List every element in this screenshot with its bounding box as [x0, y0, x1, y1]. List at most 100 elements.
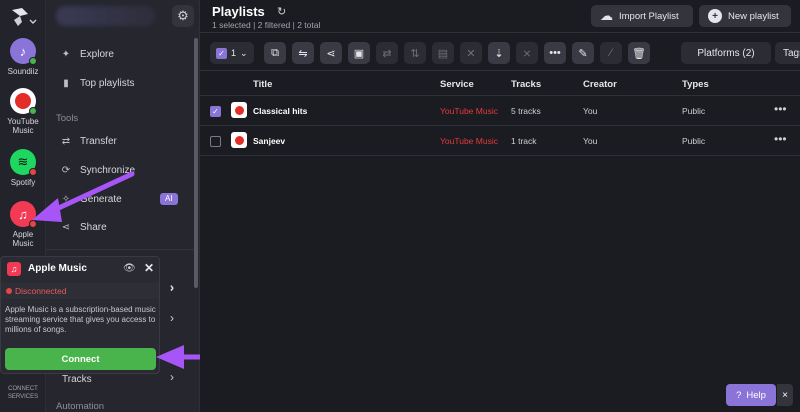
brush-icon[interactable]: ⁄	[600, 42, 622, 64]
tools-heading: Tools	[56, 113, 79, 124]
status-dot	[29, 57, 37, 65]
export-icon[interactable]: ▤	[432, 42, 454, 64]
help-icon: ?	[736, 389, 742, 401]
apple-music-icon: ♫	[7, 262, 21, 276]
selection-count: 1	[231, 48, 237, 58]
cloud-upload-icon: ☁	[600, 8, 613, 23]
popover-header: ♫ Apple Music 👁 ✕	[1, 257, 159, 281]
share-icon[interactable]: ⋖	[320, 42, 342, 64]
nav-header: ⚙	[46, 0, 200, 32]
refresh-icon[interactable]: ↻	[277, 5, 286, 18]
rail-service-label: Apple Music	[12, 230, 34, 248]
split-icon[interactable]: ⇅	[404, 42, 426, 64]
merge-icon[interactable]: ▣	[348, 42, 370, 64]
more-horizontal-icon[interactable]: •••	[774, 132, 787, 146]
connection-status: Disconnected	[1, 283, 159, 299]
sync-playlist-icon[interactable]: ⇋	[292, 42, 314, 64]
header-divider	[200, 32, 800, 33]
popover-title: Apple Music	[28, 263, 87, 274]
ai-badge: AI	[160, 193, 178, 205]
compass-icon: ✦	[61, 48, 71, 60]
row-checkbox[interactable]	[210, 136, 221, 147]
column-header-title[interactable]: Title	[253, 79, 272, 90]
gear-icon[interactable]: ⚙	[172, 5, 194, 27]
page-title: Playlists	[212, 4, 265, 19]
row-divider	[200, 155, 800, 156]
youtube-music-icon	[231, 132, 247, 148]
nav-item-top-playlists[interactable]: ▮ Top playlists	[60, 74, 134, 92]
import-playlist-button[interactable]: ☁ Import Playlist	[591, 5, 693, 27]
plus-icon: +	[708, 9, 722, 23]
toolbar-divider	[200, 70, 800, 71]
soundiiz-logo-icon[interactable]	[8, 6, 38, 28]
import-playlist-label: Import Playlist	[619, 10, 679, 22]
soundiiz-icon: ♪	[10, 38, 37, 65]
playlist-summary: 1 selected | 2 filtered | 2 total	[212, 20, 321, 30]
chevron-right-icon[interactable]: ›	[170, 311, 174, 325]
chevron-right-icon[interactable]: ›	[170, 370, 174, 384]
nav-item-explore[interactable]: ✦ Explore	[60, 45, 114, 63]
close-icon[interactable]: ×	[777, 384, 793, 406]
new-playlist-button[interactable]: + New playlist	[699, 5, 791, 27]
column-header-creator[interactable]: Creator	[583, 79, 617, 90]
playlist-tracks: 5 tracks	[511, 106, 541, 116]
playlist-creator: You	[583, 136, 598, 146]
nav-divider	[46, 249, 194, 250]
automation-heading: Automation	[56, 401, 105, 412]
playlist-title[interactable]: Classical hits	[253, 106, 307, 116]
nav-item-label: Tracks	[62, 373, 92, 385]
nav-item-label: Transfer	[80, 135, 117, 147]
bar-chart-icon: ▮	[63, 77, 69, 89]
playlist-service: YouTube Music	[440, 106, 498, 116]
shuffle-icon[interactable]: ✕	[460, 42, 482, 64]
playlist-title[interactable]: Sanjeev	[253, 136, 285, 146]
rail-service-label: Soundiiz	[7, 67, 39, 76]
youtube-music-icon	[10, 88, 37, 115]
popover-description: Apple Music is a subscription-based musi…	[5, 305, 156, 334]
account-avatar-blurred[interactable]	[56, 6, 156, 26]
column-header-types[interactable]: Types	[682, 79, 709, 90]
connect-services-label[interactable]: CONNECT SERVICES	[0, 385, 46, 401]
nav-item-label: Top playlists	[80, 77, 135, 89]
help-button[interactable]: ? Help	[726, 384, 776, 406]
rail-service-youtube-music[interactable]: YouTube Music	[0, 88, 46, 135]
table-row[interactable]: Sanjeev YouTube Music 1 track You Public…	[200, 127, 800, 155]
table-row[interactable]: ✓ Classical hits YouTube Music 5 tracks …	[200, 97, 800, 125]
trash-icon[interactable]: 🗑	[628, 42, 650, 64]
main-panel: Playlists ↻ 1 selected | 2 filtered | 2 …	[200, 0, 800, 412]
more-horizontal-icon[interactable]: •••	[774, 102, 787, 116]
row-checkbox[interactable]: ✓	[210, 106, 221, 117]
column-header-service[interactable]: Service	[440, 79, 474, 90]
close-icon[interactable]: ✕	[144, 261, 154, 275]
crossfade-icon[interactable]: ⨯	[516, 42, 538, 64]
sort-icon[interactable]: ⇣	[488, 42, 510, 64]
platforms-filter-button[interactable]: Platforms (2)	[681, 42, 771, 64]
rail-service-soundiiz[interactable]: ♪ Soundiiz	[0, 38, 46, 76]
popover-chevron-row[interactable]: ›	[160, 281, 190, 299]
column-header-tracks[interactable]: Tracks	[511, 79, 541, 90]
connect-button[interactable]: Connect	[5, 348, 156, 370]
transfer-icon[interactable]: ⇄	[376, 42, 398, 64]
status-text: Disconnected	[15, 286, 67, 296]
eye-icon[interactable]: 👁	[123, 263, 136, 274]
rail-service-label: YouTube Music	[7, 117, 39, 135]
annotation-arrow-apple-music	[32, 171, 135, 222]
apple-music-popover: ♫ Apple Music 👁 ✕ Disconnected Apple Mus…	[0, 256, 160, 374]
playlist-service: YouTube Music	[440, 136, 498, 146]
chevron-right-icon: ›	[170, 281, 174, 295]
pencil-icon[interactable]: ✎	[572, 42, 594, 64]
tags-filter-button[interactable]: Tags	[775, 42, 800, 64]
row-divider	[200, 125, 800, 126]
playlist-tracks: 1 track	[511, 136, 537, 146]
select-all-checkbox[interactable]: ✓	[216, 47, 227, 59]
copy-icon[interactable]: ⧉	[264, 42, 286, 64]
nav-item-label: Explore	[80, 48, 114, 60]
transfer-icon: ⇄	[61, 135, 71, 147]
chevron-down-icon: ⌄	[240, 47, 248, 58]
more-horizontal-icon[interactable]: •••	[544, 42, 566, 64]
status-dot	[6, 288, 12, 294]
selection-dropdown[interactable]: ✓ 1 ⌄	[210, 42, 254, 64]
playlist-type: Public	[682, 106, 706, 116]
nav-item-transfer[interactable]: ⇄ Transfer	[60, 132, 117, 150]
sidebar-scrollbar[interactable]	[194, 38, 198, 288]
